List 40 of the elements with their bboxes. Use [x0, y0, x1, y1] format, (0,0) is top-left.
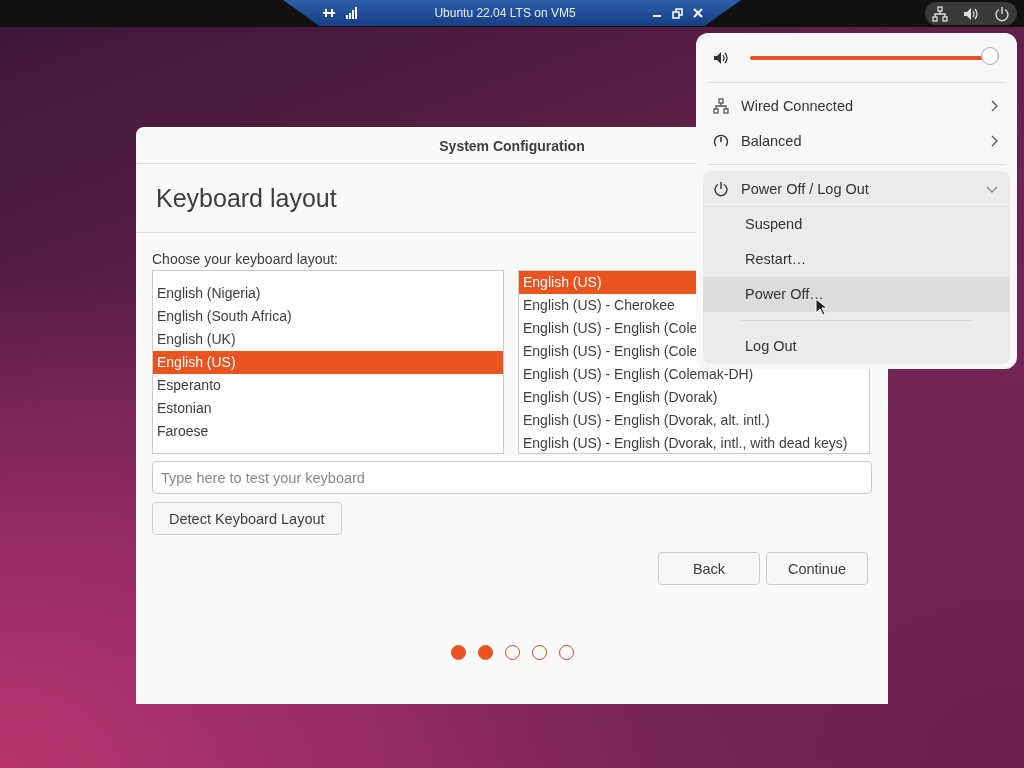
pin-icon[interactable]: [322, 7, 336, 19]
list-item[interactable]: Esperanto: [153, 374, 503, 397]
list-item[interactable]: English (US): [153, 351, 503, 374]
speaker-icon: [713, 50, 729, 66]
restore-icon[interactable]: [672, 7, 683, 19]
list-prompt: Choose your keyboard layout:: [152, 251, 338, 269]
signal-icon: [346, 7, 358, 19]
list-item[interactable]: English (Nigeria): [153, 282, 503, 305]
menu-item[interactable]: Balanced: [703, 123, 1010, 158]
mouse-pointer-icon: [815, 298, 827, 316]
list-item[interactable]: English (US) - English (Dvorak, intl., with dead keys): [519, 432, 869, 453]
list-item[interactable]: English (US) - English (Dvorak, alt. intl.): [519, 409, 869, 432]
close-icon[interactable]: [693, 8, 703, 18]
page-heading: Keyboard layout: [156, 183, 337, 213]
window-title: System Configuration: [439, 137, 585, 156]
chevron-down-icon: [986, 184, 998, 193]
list-item[interactable]: Faroese: [153, 420, 503, 443]
nav-button[interactable]: Back: [658, 552, 760, 585]
menu-option[interactable]: Power Off…: [703, 277, 1010, 312]
nav-button[interactable]: Continue: [766, 552, 868, 585]
menu-option[interactable]: Suspend: [703, 207, 1010, 242]
menu-option[interactable]: Log Out: [703, 329, 1010, 364]
power-icon: [713, 180, 729, 197]
network-icon: [713, 97, 729, 114]
list-item[interactable]: English (South Africa): [153, 305, 503, 328]
power-menu-header[interactable]: Power Off / Log Out: [703, 171, 1010, 207]
system-tray[interactable]: [925, 2, 1017, 25]
power-icon: [993, 5, 1010, 22]
chevron-right-icon: [990, 134, 998, 147]
list-item[interactable]: Estonian: [153, 397, 503, 420]
chevron-right-icon: [990, 99, 998, 112]
vm-title: Ubuntu 22.04 LTS on VM5: [433, 6, 577, 20]
detect-layout-button[interactable]: Detect Keyboard Layout: [152, 502, 342, 535]
keyboard-test-field[interactable]: Type here to test your keyboard: [152, 461, 872, 494]
list-item[interactable]: English (US) - English (Dvorak): [519, 386, 869, 409]
menu-item[interactable]: Wired Connected: [703, 88, 1010, 123]
slider-thumb[interactable]: [981, 47, 1000, 65]
gauge-icon: [713, 132, 729, 149]
list-item[interactable]: English (UK): [153, 328, 503, 351]
network-icon: [932, 5, 949, 22]
